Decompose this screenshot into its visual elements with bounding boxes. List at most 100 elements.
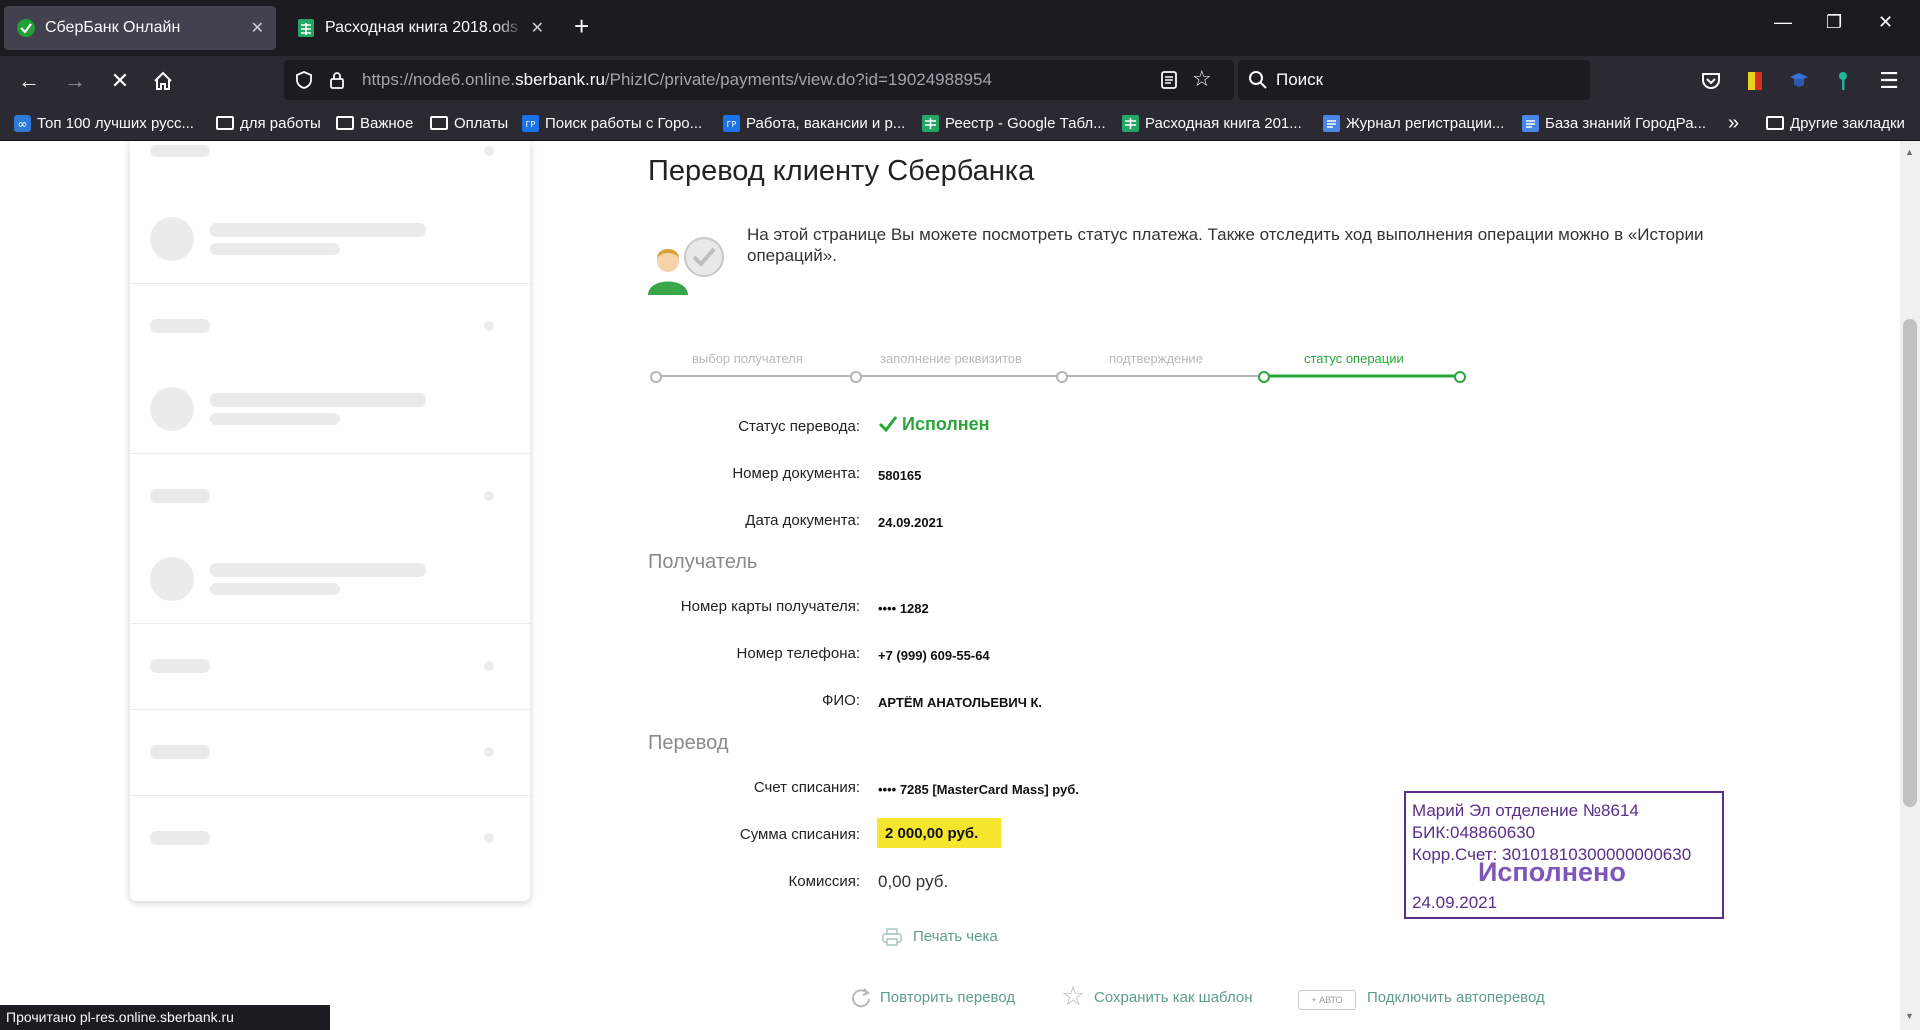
doc-number-label: Номер документа: bbox=[732, 465, 860, 482]
padlock-icon[interactable] bbox=[328, 70, 346, 90]
svg-text:ГР: ГР bbox=[526, 120, 536, 129]
step-label-active: статус операции bbox=[1304, 351, 1404, 366]
status-label: Статус перевода: bbox=[738, 418, 860, 435]
amount-highlight: 2 000,00 руб. bbox=[877, 818, 1001, 848]
amount-value: 2 000,00 руб. bbox=[885, 825, 979, 842]
bookmark-item[interactable]: ГР Поиск работы с Горо... bbox=[522, 113, 702, 133]
stamp-bik: БИК:048860630 bbox=[1412, 823, 1536, 842]
printer-icon[interactable] bbox=[882, 928, 902, 946]
tracking-shield-icon[interactable] bbox=[294, 70, 314, 90]
minimize-button[interactable]: — bbox=[1774, 12, 1792, 33]
menu-hamburger-icon[interactable]: ☰ bbox=[1876, 68, 1902, 94]
bookmark-item[interactable]: Реестр - Google Табл... bbox=[922, 113, 1106, 133]
url-text[interactable]: https://node6.online.sberbank.ru/PhizIC/… bbox=[362, 70, 992, 90]
infinity-icon: ∞ bbox=[14, 114, 31, 132]
doc-date-label: Дата документа: bbox=[745, 512, 860, 529]
tab-close-icon[interactable]: ✕ bbox=[531, 18, 544, 38]
save-template-link[interactable]: Сохранить как шаблон bbox=[1094, 989, 1253, 1006]
hat-extension-icon[interactable] bbox=[1786, 68, 1812, 94]
more-bookmarks-chevron-icon[interactable]: » bbox=[1728, 112, 1739, 134]
bookmark-item[interactable]: Расходная книга 201... bbox=[1122, 113, 1302, 133]
svg-text:ГР: ГР bbox=[727, 120, 737, 129]
tab-spreadsheet[interactable]: Расходная книга 2018.ods - Go ✕ bbox=[284, 6, 556, 50]
bookmarks-toolbar: ∞ Топ 100 лучших русс... для работы Важн… bbox=[0, 106, 1920, 141]
sheets-icon bbox=[1122, 114, 1139, 132]
bookmark-folder[interactable]: для работы bbox=[216, 113, 321, 133]
intro-text: На этой странице Вы можете посмотреть ст… bbox=[747, 225, 1704, 265]
search-icon bbox=[1249, 71, 1267, 89]
repeat-transfer-link[interactable]: Повторить перевод bbox=[880, 989, 1015, 1006]
auto-badge-icon[interactable]: + АВТО bbox=[1298, 990, 1356, 1010]
back-arrow-icon[interactable]: ← bbox=[16, 68, 42, 94]
scroll-up-arrow-icon[interactable]: ▲ bbox=[1905, 147, 1914, 157]
bookmark-folder[interactable]: Важное bbox=[336, 113, 413, 133]
phone-value: +7 (999) 609-55-64 bbox=[878, 648, 990, 663]
commission-value: 0,00 руб. bbox=[878, 872, 949, 891]
skeleton-row bbox=[130, 453, 530, 624]
page-scrollbar[interactable]: ▲ ▼ bbox=[1900, 141, 1920, 1030]
skeleton-row bbox=[130, 141, 530, 284]
new-tab-button[interactable]: + bbox=[574, 12, 589, 40]
scrollbar-thumb[interactable] bbox=[1903, 319, 1917, 807]
step-dot-active bbox=[1258, 371, 1270, 383]
doc-number-value: 580165 bbox=[878, 468, 922, 483]
navigation-toolbar: ← → ✕ https://node6.online.sberbank.ru/P… bbox=[0, 56, 1920, 106]
step-dot bbox=[850, 371, 862, 383]
status-value: Исполнен bbox=[902, 414, 990, 434]
account-value: •••• 7285 [MasterCard Mass] руб. bbox=[878, 782, 1079, 797]
other-bookmarks-folder[interactable]: Другие закладки bbox=[1766, 113, 1905, 133]
svg-text:∞: ∞ bbox=[18, 117, 28, 131]
bookmark-item[interactable]: База знаний ГородРа... bbox=[1522, 113, 1706, 133]
folder-icon bbox=[430, 116, 448, 130]
sidebar-skeleton-panel bbox=[130, 141, 530, 901]
gr-icon: ГР bbox=[522, 114, 539, 132]
restore-button[interactable]: ❐ bbox=[1826, 12, 1842, 33]
tab-close-icon[interactable]: ✕ bbox=[251, 18, 264, 38]
account-label: Счет списания: bbox=[753, 779, 860, 796]
fio-value: АРТЁМ АНАТОЛЬЕВИЧ К. bbox=[878, 695, 1043, 710]
sheets-icon bbox=[922, 114, 939, 132]
scroll-down-arrow-icon[interactable]: ▼ bbox=[1905, 1011, 1914, 1021]
close-window-button[interactable]: ✕ bbox=[1878, 12, 1893, 33]
docs-icon bbox=[1522, 114, 1539, 132]
page-title: Перевод клиенту Сбербанка bbox=[648, 155, 1035, 187]
tab-title: Расходная книга 2018.ods - Go bbox=[325, 19, 525, 36]
url-bar[interactable]: https://node6.online.sberbank.ru/PhizIC/… bbox=[284, 60, 1234, 100]
reader-view-icon[interactable] bbox=[1160, 70, 1178, 90]
bookmark-item[interactable]: Журнал регистрации... bbox=[1323, 113, 1504, 133]
key-extension-icon[interactable] bbox=[1830, 68, 1856, 94]
star-icon[interactable]: ☆ bbox=[1061, 981, 1085, 1012]
skeleton-row bbox=[130, 283, 530, 454]
bookmark-star-icon[interactable]: ☆ bbox=[1192, 66, 1212, 92]
bookmark-item[interactable]: ∞ Топ 100 лучших русс... bbox=[14, 113, 194, 133]
folder-icon bbox=[1766, 116, 1784, 130]
print-receipt-link[interactable]: Печать чека bbox=[913, 928, 998, 945]
stamp-branch: Марий Эл отделение №8614 bbox=[1412, 801, 1639, 820]
doc-date-value: 24.09.2021 bbox=[878, 515, 944, 530]
step-dot-active bbox=[1454, 371, 1466, 383]
tab-sberbank[interactable]: СберБанк Онлайн ✕ bbox=[4, 6, 276, 50]
step-label: заполнение реквизитов bbox=[880, 351, 1022, 366]
bookmark-flag-extension-icon[interactable] bbox=[1742, 68, 1768, 94]
bookmark-item[interactable]: ГР Работа, вакансии и р... bbox=[723, 113, 905, 133]
home-icon[interactable] bbox=[150, 68, 176, 94]
forward-arrow-icon[interactable]: → bbox=[62, 68, 88, 94]
bookmark-folder[interactable]: Оплаты bbox=[430, 113, 508, 133]
step-dot bbox=[1056, 371, 1068, 383]
tab-title: СберБанк Онлайн bbox=[45, 19, 181, 36]
page-viewport: Перевод клиенту Сбербанка На этой страни… bbox=[0, 141, 1900, 1030]
repeat-icon[interactable] bbox=[850, 987, 872, 1009]
checkmark-icon bbox=[878, 416, 898, 433]
browser-titlebar: СберБанк Онлайн ✕ Расходная книга 2018.o… bbox=[0, 0, 1920, 56]
skeleton-row bbox=[130, 795, 530, 881]
commission-label: Комиссия: bbox=[788, 873, 860, 890]
connect-autotransfer-link[interactable]: Подключить автоперевод bbox=[1367, 989, 1545, 1006]
user-transfer-illustration-icon bbox=[648, 237, 724, 295]
stop-loading-icon[interactable]: ✕ bbox=[107, 68, 133, 94]
search-bar[interactable]: Поиск bbox=[1238, 60, 1590, 100]
folder-icon bbox=[336, 116, 354, 130]
pocket-icon[interactable] bbox=[1698, 68, 1724, 94]
stamp-executed: Исполнено bbox=[1478, 857, 1626, 887]
stamp-date: 24.09.2021 bbox=[1412, 893, 1498, 912]
sberbank-favicon-icon bbox=[17, 19, 35, 37]
